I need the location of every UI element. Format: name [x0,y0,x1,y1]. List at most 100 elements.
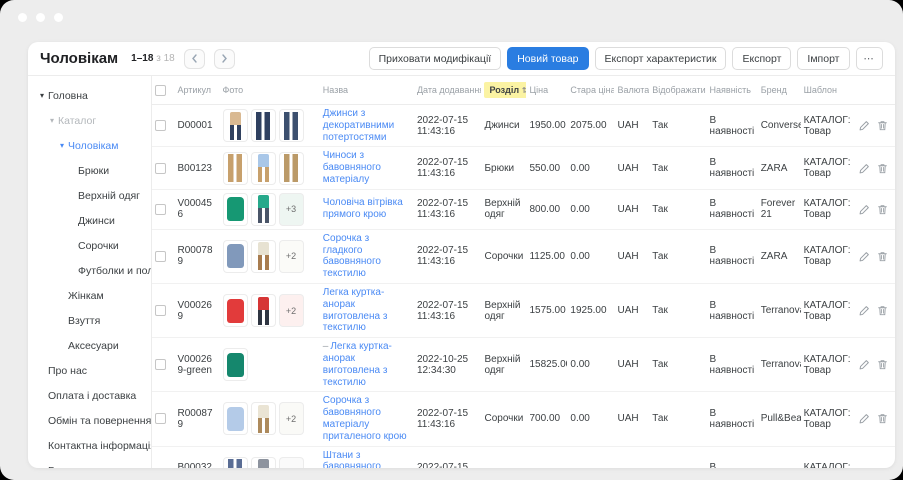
product-photo[interactable] [222,402,248,436]
sidebar-item-14[interactable]: Контактна інформація [28,433,151,458]
sidebar-item-3[interactable]: Брюки [28,158,151,183]
product-photo[interactable] [250,456,276,468]
product-photo[interactable] [250,239,276,273]
more-photos-badge[interactable]: +3 [278,192,304,226]
product-photo[interactable] [250,151,276,185]
product-sku-cell: R000789 [174,229,220,284]
sidebar-item-label: Взуття [68,314,101,327]
product-name-link[interactable]: Штани з бавовняного матеріалу прямого кр… [323,450,410,468]
hide-modifications-button[interactable]: Приховати модифікації [368,47,502,70]
product-photo[interactable] [278,151,304,185]
product-photo[interactable] [222,192,248,226]
delete-icon [878,121,887,131]
product-photo[interactable] [222,239,248,273]
column-header-2: Назва [319,76,414,105]
product-name-link[interactable]: Сорочка з гладкого бавовняного текстилю [323,233,381,279]
product-sku-cell: B00123 [174,146,220,190]
product-name-link[interactable]: Чоловіча вітрівка прямого крою [323,197,403,220]
sidebar-item-6[interactable]: Сорочки [28,233,151,258]
sidebar-item-9[interactable]: Взуття [28,308,151,333]
edit-button[interactable] [859,163,870,174]
edit-button[interactable] [859,413,870,424]
sidebar-item-1[interactable]: ▾ Каталог [28,108,151,133]
more-photos-badge[interactable]: +2 [278,456,304,468]
row-checkbox[interactable] [155,203,166,215]
sidebar-item-13[interactable]: Обмін та повернення [28,408,151,433]
person-legs [257,417,269,433]
import-button[interactable]: Імпорт [797,47,850,70]
product-old-price-cell: 0.00 [567,391,615,447]
delete-button[interactable] [877,204,888,215]
product-currency-cell: UAH [614,146,650,190]
product-name-link[interactable]: Джинси з декоративними потертостями [323,108,394,143]
sidebar-item-7[interactable]: Футболки и поло [28,258,151,283]
product-availability: В наявності [709,198,755,221]
product-photo[interactable] [250,402,276,436]
edit-button[interactable] [859,251,870,262]
row-checkbox[interactable] [155,250,166,262]
row-checkbox[interactable] [155,120,166,132]
sidebar-item-label: Джинси [78,214,115,227]
pagination-range: 1–18 [131,53,154,64]
delete-button[interactable] [877,413,888,424]
sidebar-item-8[interactable]: Жінкам [28,283,151,308]
product-photo[interactable] [250,294,276,328]
delete-button[interactable] [877,359,888,370]
more-photos-badge[interactable]: +2 [278,402,304,436]
sidebar-item-10[interactable]: Аксесуари [28,333,151,358]
delete-button[interactable] [877,163,888,174]
row-checkbox[interactable] [155,413,166,425]
product-template-cell: КАТАЛОГ: Товар [800,283,854,339]
product-photo[interactable] [222,348,248,382]
row-actions [857,120,892,131]
column-header-4[interactable]: Розділ⇅ [481,76,527,105]
row-checkbox[interactable] [155,162,166,174]
product-price-cell: 1125.00 [526,229,568,284]
garment-shape [226,352,244,377]
more-photos-badge[interactable]: +2 [278,294,304,328]
person-legs [257,208,269,224]
prev-page-button[interactable] [183,48,205,69]
sidebar-item-12[interactable]: Оплата і доставка [28,383,151,408]
edit-button[interactable] [859,305,870,316]
product-name-link[interactable]: Легка куртка-анорак виготовлена з тексти… [323,287,388,333]
export-characteristics-button[interactable]: Експорт характеристик [594,47,727,70]
delete-button[interactable] [877,305,888,316]
column-header-7: Валюта [614,76,650,105]
product-photo[interactable] [222,294,248,328]
sort-icon[interactable]: ⇅ [522,86,526,95]
row-checkbox[interactable] [155,359,166,371]
delete-button[interactable] [877,251,888,262]
edit-button[interactable] [859,204,870,215]
sidebar-item-2[interactable]: ▾ Чоловікам [28,133,151,158]
sidebar-item-15[interactable]: Блог [28,458,151,469]
product-photo[interactable] [222,456,248,468]
delete-button[interactable] [877,120,888,131]
new-product-button[interactable]: Новий товар [507,47,589,70]
product-name-link[interactable]: Легка куртка-анорак виготовлена з тексти… [323,341,392,387]
sidebar-item-5[interactable]: Джинси [28,208,151,233]
more-button[interactable]: ⋯ [855,47,883,70]
export-button[interactable]: Експорт [732,47,792,70]
sidebar-item-11[interactable]: Про нас [28,358,151,383]
row-actions-cell [853,146,895,190]
highlighted-column-header[interactable]: Розділ⇅ [484,82,527,98]
select-all-checkbox[interactable] [155,84,166,96]
product-photo[interactable] [222,151,248,185]
product-photo[interactable] [250,192,276,226]
sidebar-item-0[interactable]: ▾ Головна [28,83,151,108]
product-name-cell: Сорочка з бавовняного матеріалу притален… [319,391,414,447]
product-name-link[interactable]: Сорочка з бавовняного матеріалу притален… [323,395,407,441]
edit-button[interactable] [859,359,870,370]
product-name-link[interactable]: Чиноси з бавовняного матеріалу [323,150,381,185]
edit-button[interactable] [859,120,870,131]
product-photo[interactable] [278,109,304,143]
product-currency: UAH [617,203,639,215]
product-date-cell: 2022-07-15 11:43:16 [413,283,482,339]
row-checkbox[interactable] [155,305,166,317]
sidebar-item-4[interactable]: Верхній одяг [28,183,151,208]
product-photo[interactable] [250,109,276,143]
product-photo[interactable] [222,109,248,143]
next-page-button[interactable] [213,48,235,69]
more-photos-badge[interactable]: +2 [278,239,304,273]
